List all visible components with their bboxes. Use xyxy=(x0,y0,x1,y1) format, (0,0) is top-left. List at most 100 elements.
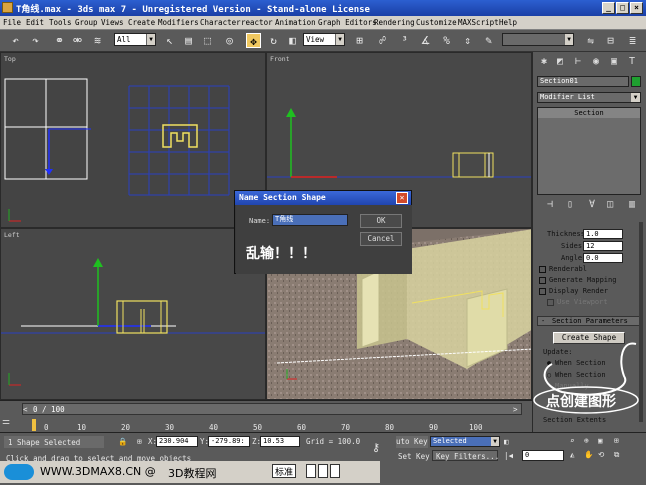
object-name-input[interactable]: Section01 xyxy=(537,76,629,87)
rectangular-selection-icon[interactable]: ⬚ xyxy=(200,33,215,48)
select-object-icon[interactable]: ↖ xyxy=(162,33,177,48)
ime-keyboard-icon[interactable] xyxy=(330,464,340,478)
renderable-checkbox[interactable] xyxy=(539,266,546,273)
lock-selection-icon[interactable]: 🔒 xyxy=(118,437,127,446)
y-coordinate-input[interactable]: -279.89: xyxy=(208,436,250,447)
viewport-top[interactable]: Top xyxy=(0,52,266,228)
make-unique-icon[interactable]: ∀ xyxy=(585,198,599,212)
object-color-swatch[interactable] xyxy=(631,76,641,87)
menu-help[interactable]: Help xyxy=(499,18,517,27)
key-filters-button[interactable]: Key Filters... xyxy=(432,450,499,461)
maximize-viewport-icon[interactable]: ⧉ xyxy=(614,450,619,460)
named-selection-set-dropdown[interactable]: ▼ xyxy=(502,33,574,46)
angle-input[interactable]: 0.0 xyxy=(583,253,623,263)
utilities-tab-icon[interactable]: T xyxy=(625,55,639,69)
undo-icon[interactable]: ↶ xyxy=(8,33,23,48)
bind-space-warp-icon[interactable]: ≋ xyxy=(90,33,105,48)
set-key-label[interactable]: Set Key xyxy=(398,452,430,461)
pivot-center-icon[interactable]: ⊞ xyxy=(352,33,367,48)
menu-character[interactable]: Character xyxy=(200,18,241,27)
layer-manager-icon[interactable]: ≣ xyxy=(625,33,640,48)
menu-file[interactable]: File xyxy=(3,18,21,27)
close-button[interactable]: × xyxy=(630,2,643,14)
pin-stack-icon[interactable]: ⊣ xyxy=(543,198,557,212)
display-tab-icon[interactable]: ▣ xyxy=(607,55,621,69)
menu-graph-editors[interactable]: Graph Editors xyxy=(318,18,377,27)
stack-item-section[interactable]: Section xyxy=(538,108,640,118)
time-slider[interactable]: 0 / 100 < > xyxy=(22,403,522,415)
unlink-icon[interactable]: ⚮ xyxy=(70,33,85,48)
angle-snap-icon[interactable]: ∡ xyxy=(418,33,433,48)
motion-tab-icon[interactable]: ◉ xyxy=(589,55,603,69)
menu-edit[interactable]: Edit xyxy=(26,18,44,27)
redo-icon[interactable]: ↷ xyxy=(28,33,43,48)
auto-key-button[interactable]: uto Key xyxy=(396,436,428,448)
generate-mapping-checkbox[interactable] xyxy=(539,277,546,284)
current-frame-input[interactable]: 0 xyxy=(522,450,564,461)
window-crossing-icon[interactable]: ◎ xyxy=(222,33,237,48)
modifier-list-dropdown[interactable]: Modifier List ▼ xyxy=(537,92,641,103)
menu-modifiers[interactable]: Modifiers xyxy=(158,18,199,27)
snap-toggle-icon[interactable]: ³ xyxy=(397,33,412,48)
absolute-mode-icon[interactable]: ⊞ xyxy=(137,437,142,446)
spinner-snap-icon[interactable]: ⇕ xyxy=(460,33,475,48)
menu-group[interactable]: Group xyxy=(75,18,98,27)
reference-coord-dropdown[interactable]: View ▼ xyxy=(303,33,345,46)
ime-punctuation-icon[interactable] xyxy=(318,464,328,478)
x-coordinate-input[interactable]: 230.904 xyxy=(156,436,198,447)
goto-start-icon[interactable]: |◀ xyxy=(504,451,513,460)
slider-right-arrow-icon[interactable]: > xyxy=(513,405,518,414)
menu-maxscript[interactable]: MAXScript xyxy=(458,18,499,27)
key-tangent-icon[interactable]: ◧ xyxy=(504,437,509,446)
sides-input[interactable]: 12 xyxy=(583,241,623,251)
z-coordinate-input[interactable]: 10.53 xyxy=(260,436,300,447)
ime-indicator[interactable]: 标准 xyxy=(272,464,297,478)
menu-tools[interactable]: Tools xyxy=(49,18,72,27)
cancel-button[interactable]: Cancel xyxy=(360,232,402,246)
menu-animation[interactable]: Animation xyxy=(275,18,316,27)
link-icon[interactable]: ⚭ xyxy=(52,33,67,48)
zoom-icon[interactable]: ⌕ xyxy=(570,436,575,445)
select-manipulate-icon[interactable]: ☍ xyxy=(375,33,390,48)
thickness-input[interactable]: 1.0 xyxy=(583,229,623,239)
key-mode-dropdown[interactable]: Selected ▼ xyxy=(430,436,500,447)
maximize-button[interactable]: □ xyxy=(616,2,629,14)
menu-reactor[interactable]: reactor xyxy=(241,18,273,27)
name-input[interactable]: T角线 xyxy=(272,214,348,226)
menu-create[interactable]: Create xyxy=(128,18,155,27)
configure-sets-icon[interactable]: ▥ xyxy=(625,198,639,212)
minimize-button[interactable]: _ xyxy=(602,2,615,14)
create-tab-icon[interactable]: ✱ xyxy=(537,55,551,69)
select-by-name-icon[interactable]: ▤ xyxy=(181,33,196,48)
select-and-rotate-icon[interactable]: ↻ xyxy=(266,33,281,48)
percent-snap-icon[interactable]: % xyxy=(439,33,454,48)
section-parameters-rollout-header[interactable]: - Section Parameters xyxy=(537,316,641,326)
ime-moon-icon[interactable] xyxy=(306,464,316,478)
hierarchy-tab-icon[interactable]: ⊢ xyxy=(571,55,585,69)
pan-icon[interactable]: ✋ xyxy=(584,450,593,459)
arc-rotate-icon[interactable]: ⟲ xyxy=(598,450,604,459)
zoom-extents-icon[interactable]: ▣ xyxy=(598,436,603,445)
remove-modifier-icon[interactable]: ◫ xyxy=(603,198,617,212)
viewport-left[interactable]: Left xyxy=(0,228,266,400)
display-render-checkbox[interactable] xyxy=(539,288,546,295)
field-of-view-icon[interactable]: ◭ xyxy=(570,450,575,459)
menu-views[interactable]: Views xyxy=(101,18,124,27)
select-and-scale-icon[interactable]: ◧ xyxy=(285,33,300,48)
select-and-move-icon[interactable]: ✥ xyxy=(246,33,261,48)
slider-left-arrow-icon[interactable]: < xyxy=(23,405,28,414)
mirror-icon[interactable]: ⇋ xyxy=(583,33,598,48)
zoom-all-icon[interactable]: ⊕ xyxy=(584,436,589,445)
time-marker[interactable] xyxy=(32,419,36,431)
named-selection-icon[interactable]: ✎ xyxy=(481,33,496,48)
key-icon[interactable]: ⚷ xyxy=(372,441,380,454)
ok-button[interactable]: OK xyxy=(360,214,402,228)
modify-tab-icon[interactable]: ◩ xyxy=(553,55,567,69)
show-end-result-icon[interactable]: ▯ xyxy=(563,198,577,212)
dialog-close-icon[interactable]: ✕ xyxy=(396,192,408,204)
menu-rendering[interactable]: Rendering xyxy=(374,18,415,27)
selection-filter-dropdown[interactable]: All ▼ xyxy=(114,33,156,46)
use-viewport-checkbox[interactable] xyxy=(547,299,554,306)
zoom-extents-all-icon[interactable]: ⊞ xyxy=(614,436,619,445)
align-icon[interactable]: ⊟ xyxy=(603,33,618,48)
